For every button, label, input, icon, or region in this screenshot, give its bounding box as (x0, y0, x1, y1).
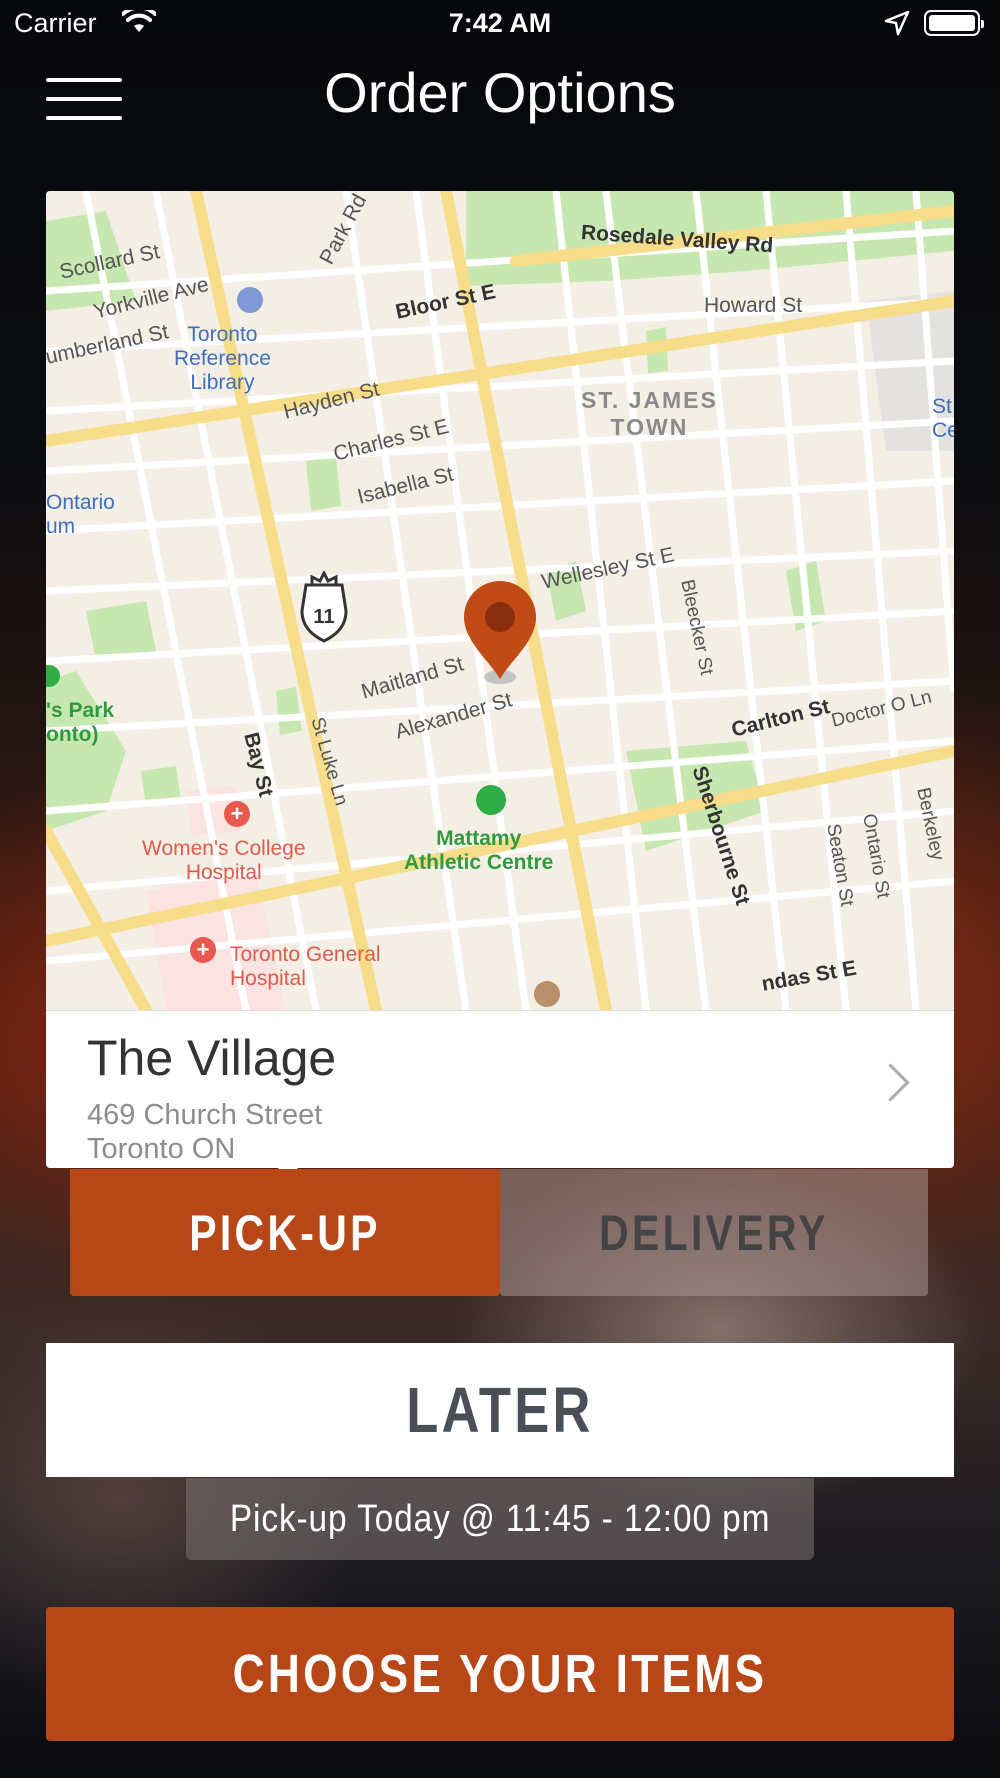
store-location-row[interactable]: The Village 469 Church Street Toronto ON (46, 1010, 954, 1168)
library-icon (237, 287, 263, 313)
later-button-label: LATER (406, 1374, 594, 1446)
delivery-tab-label: DELIVERY (599, 1204, 829, 1261)
map-label: Toronto General Hospital (230, 943, 381, 990)
map-label: Mattamy Athletic Centre (404, 827, 554, 874)
store-card: 11 + + Scollard St Yorkville Ave umberla… (46, 191, 954, 1168)
choose-items-button[interactable]: CHOOSE YOUR ITEMS (46, 1607, 954, 1741)
store-address-line2: Toronto ON (87, 1133, 236, 1165)
map-label: Women's College Hospital (142, 837, 306, 884)
chevron-right-icon (871, 1063, 910, 1102)
route-number: 11 (313, 606, 334, 628)
store-name: The Village (87, 1030, 337, 1086)
clock: 7:42 AM (448, 8, 552, 38)
choose-items-label: CHOOSE YOUR ITEMS (232, 1644, 768, 1704)
hospital-icon: + (224, 801, 250, 827)
map-label: ST. JAMES TOWN (581, 387, 718, 440)
map-view[interactable]: 11 + + Scollard St Yorkville Ave umberla… (46, 191, 954, 1010)
map-label: 's Park onto) (46, 699, 115, 746)
stadium-icon (476, 785, 506, 815)
location-arrow-icon (884, 10, 910, 43)
school-icon (534, 981, 560, 1007)
delivery-tab[interactable]: DELIVERY (500, 1169, 928, 1296)
page-title: Order Options (324, 61, 676, 124)
map-label: Toronto Reference Library (174, 323, 271, 394)
pickup-tab-label: PICK-UP (189, 1204, 381, 1261)
map-label: St Ce (932, 395, 954, 442)
battery-icon (924, 10, 984, 36)
pickup-time-text: Pick-up Today @ 11:45 - 12:00 pm (229, 1497, 771, 1540)
hospital-icon: + (190, 937, 216, 963)
map-label: Howard St (704, 294, 803, 317)
map-label: Ontario um (46, 491, 115, 538)
status-bar: Carrier 7:42 AM (0, 0, 1000, 50)
pickup-time-label: Pick-up Today @ 11:45 - 12:00 pm (186, 1478, 814, 1560)
later-button[interactable]: LATER (46, 1343, 954, 1477)
pickup-tab[interactable]: PICK-UP (70, 1169, 500, 1296)
store-address-line1: 469 Church Street (87, 1099, 323, 1131)
